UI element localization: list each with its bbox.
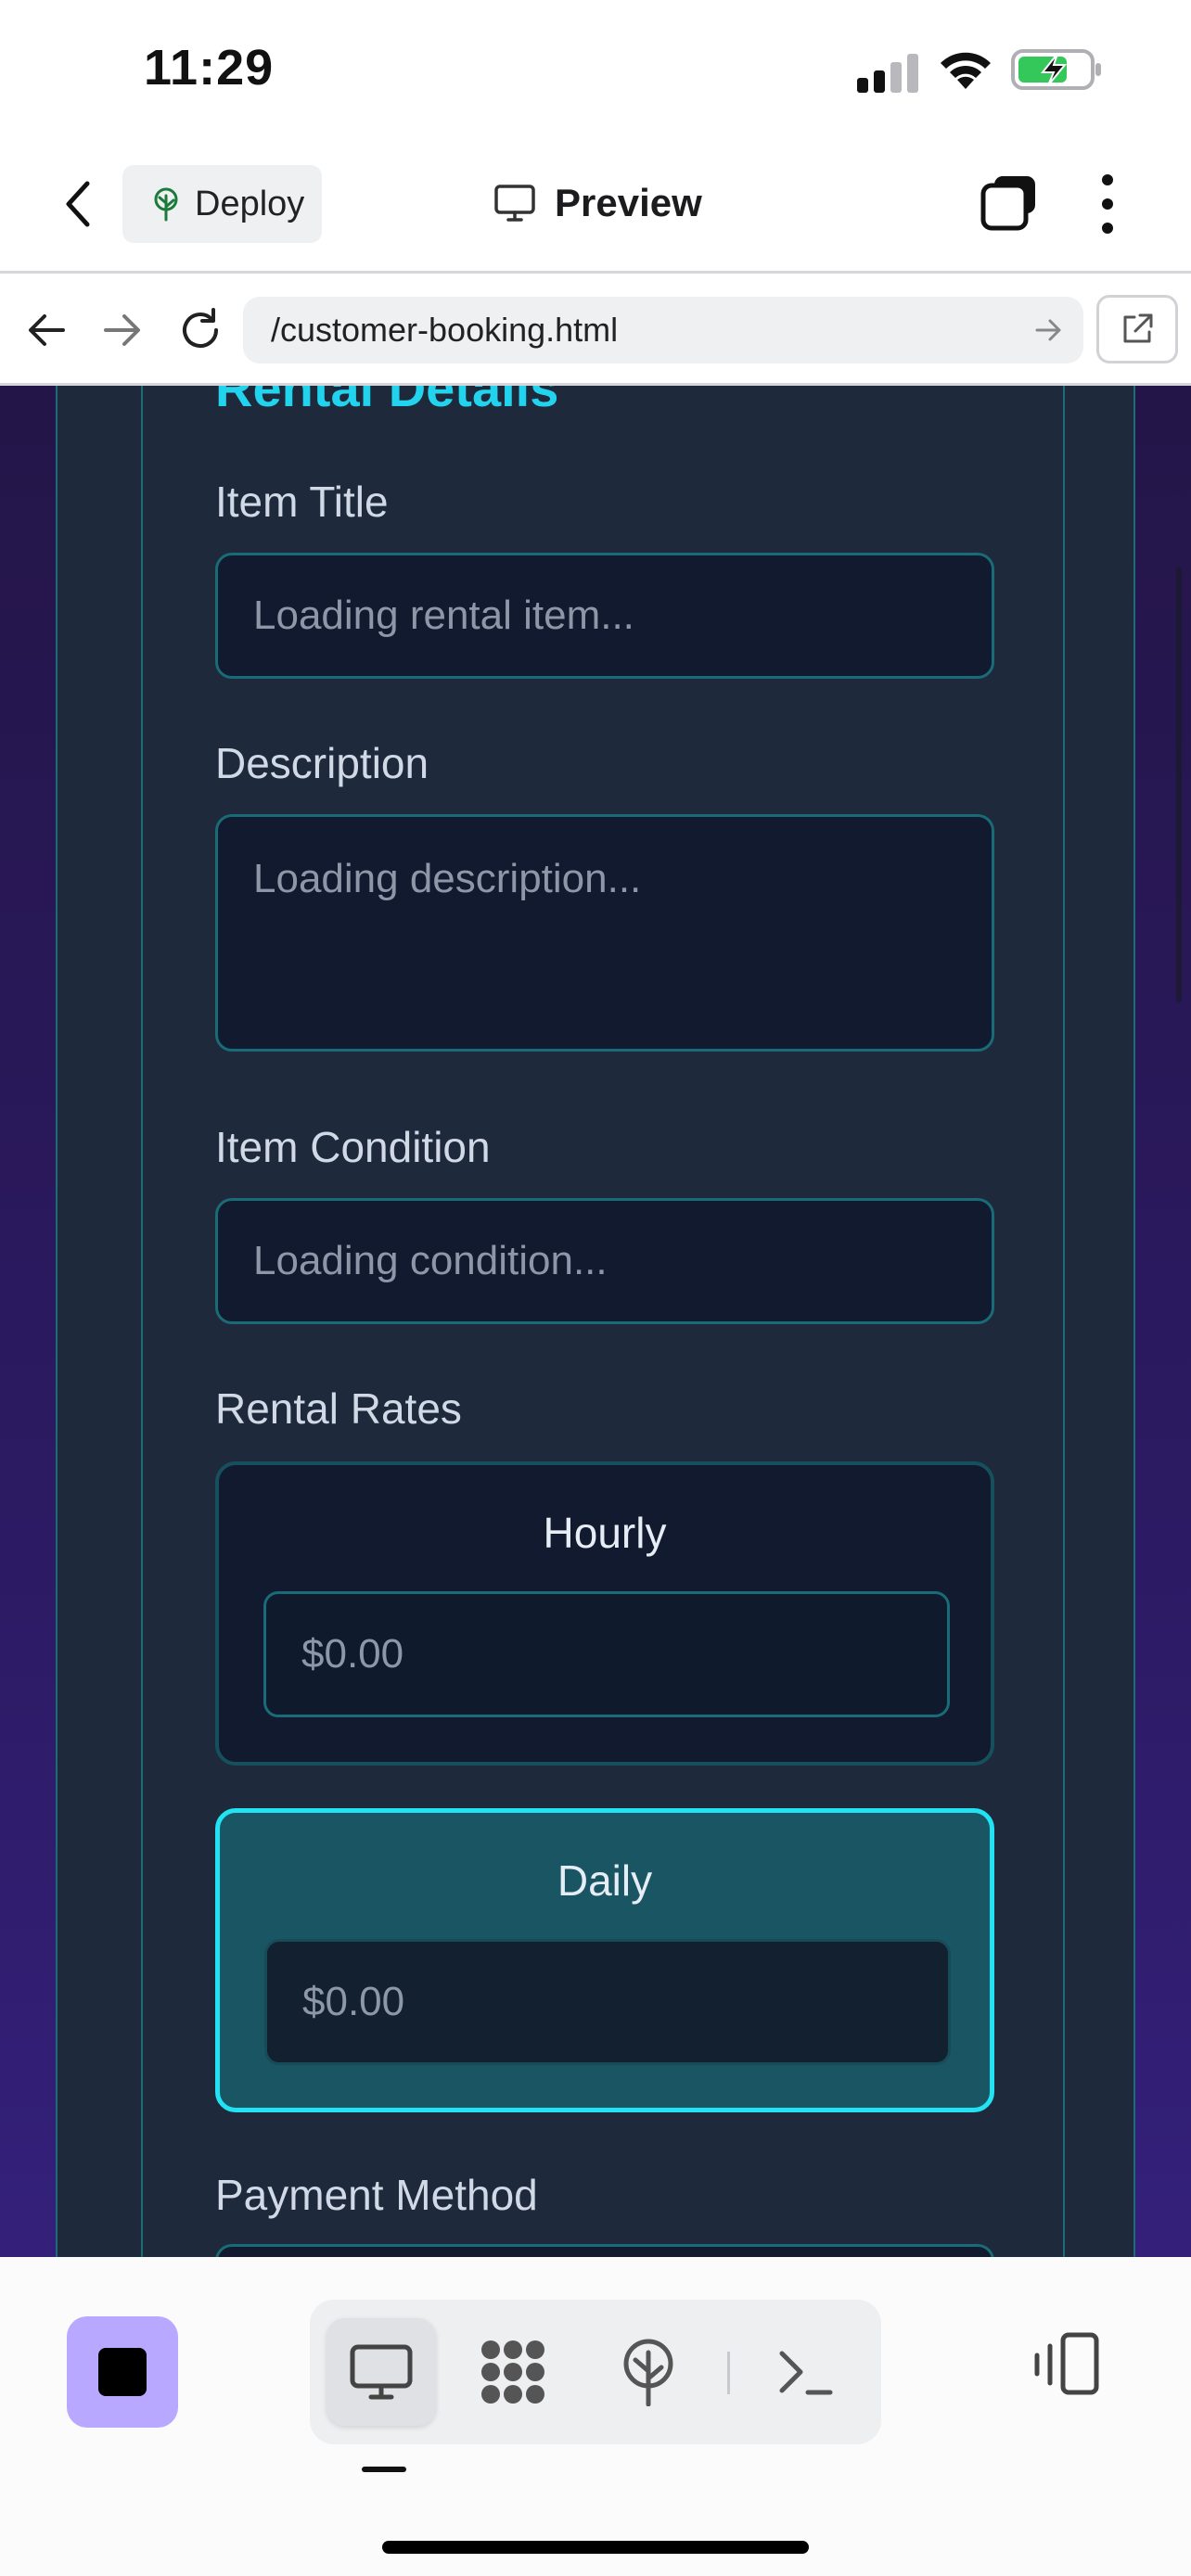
item-condition-label: Item Condition <box>215 1123 491 1171</box>
toolbar-divider <box>727 2352 730 2394</box>
section-heading: Rental Details <box>215 386 559 417</box>
bottom-toolbar <box>0 2257 1191 2576</box>
terminal-icon <box>779 2351 833 2395</box>
payment-method-label: Payment Method <box>215 2171 538 2219</box>
monitor-icon <box>350 2344 413 2400</box>
open-external-button[interactable] <box>1096 295 1178 363</box>
item-title-input[interactable]: Loading rental item... <box>215 553 994 679</box>
reload-icon[interactable] <box>174 304 226 356</box>
rate-title-hourly: Hourly <box>543 1509 667 1557</box>
status-bar: 11:29 <box>0 0 1191 139</box>
more-vertical-icon[interactable] <box>1095 172 1121 236</box>
hourly-rate-input[interactable]: $0.00 <box>263 1591 950 1717</box>
rate-option-daily[interactable]: Daily $0.00 <box>215 1808 994 2112</box>
deploy-button[interactable]: Deploy <box>122 165 322 243</box>
preview-tool-button[interactable] <box>327 2318 436 2426</box>
mesh-icon <box>481 2340 544 2404</box>
browser-bar: /customer-booking.html <box>0 276 1191 386</box>
rate-option-hourly[interactable]: Hourly $0.00 <box>215 1461 994 1766</box>
url-field[interactable]: /customer-booking.html <box>243 297 1083 363</box>
item-title-placeholder: Loading rental item... <box>253 593 634 638</box>
stop-icon <box>98 2348 147 2396</box>
preview-label: Preview <box>555 181 702 224</box>
description-textarea[interactable]: Loading description... <box>215 814 994 1052</box>
rental-rates-label: Rental Rates <box>215 1384 462 1433</box>
deploy-label: Deploy <box>195 184 305 223</box>
device-toggle-icon[interactable] <box>1030 2327 1104 2402</box>
item-title-label: Item Title <box>215 478 389 526</box>
stop-button[interactable] <box>67 2316 178 2428</box>
url-text: /customer-booking.html <box>271 311 619 349</box>
daily-rate-value: $0.00 <box>302 1979 405 2024</box>
signal-icon <box>857 54 918 93</box>
monitor-icon <box>494 185 535 222</box>
windows-icon[interactable] <box>980 172 1039 232</box>
preview-title: Preview <box>493 174 702 232</box>
back-chevron-icon[interactable] <box>58 176 98 232</box>
hourly-rate-value: $0.00 <box>301 1631 404 1677</box>
status-time: 11:29 <box>144 40 275 96</box>
active-tab-indicator <box>362 2467 406 2472</box>
deploy-tree-icon <box>623 2339 673 2406</box>
go-arrow-icon[interactable] <box>1031 313 1065 347</box>
item-condition-input[interactable]: Loading condition... <box>215 1198 994 1324</box>
home-indicator <box>382 2541 809 2554</box>
rate-title-daily: Daily <box>557 1856 653 1905</box>
deploy-tree-icon <box>154 187 178 222</box>
daily-rate-input[interactable]: $0.00 <box>264 1939 951 2065</box>
web-content: Rental Details Item Title Loading rental… <box>0 386 1191 2257</box>
mesh-tool-button[interactable] <box>458 2318 568 2426</box>
item-condition-placeholder: Loading condition... <box>253 1238 608 1283</box>
open-external-icon <box>1123 313 1153 343</box>
scrollbar[interactable] <box>1176 567 1182 1002</box>
terminal-tool-button[interactable] <box>751 2318 861 2426</box>
description-placeholder: Loading description... <box>253 856 642 901</box>
arrow-left-icon[interactable] <box>20 304 72 356</box>
battery-charging-icon <box>1011 49 1101 90</box>
arrow-right-icon[interactable] <box>96 304 148 356</box>
description-label: Description <box>215 739 429 787</box>
deploy-tool-button[interactable] <box>594 2318 703 2426</box>
wifi-icon <box>941 52 991 89</box>
payment-method-select[interactable] <box>215 2244 994 2257</box>
app-bar: Deploy Preview <box>0 139 1191 274</box>
tool-group <box>310 2300 881 2444</box>
